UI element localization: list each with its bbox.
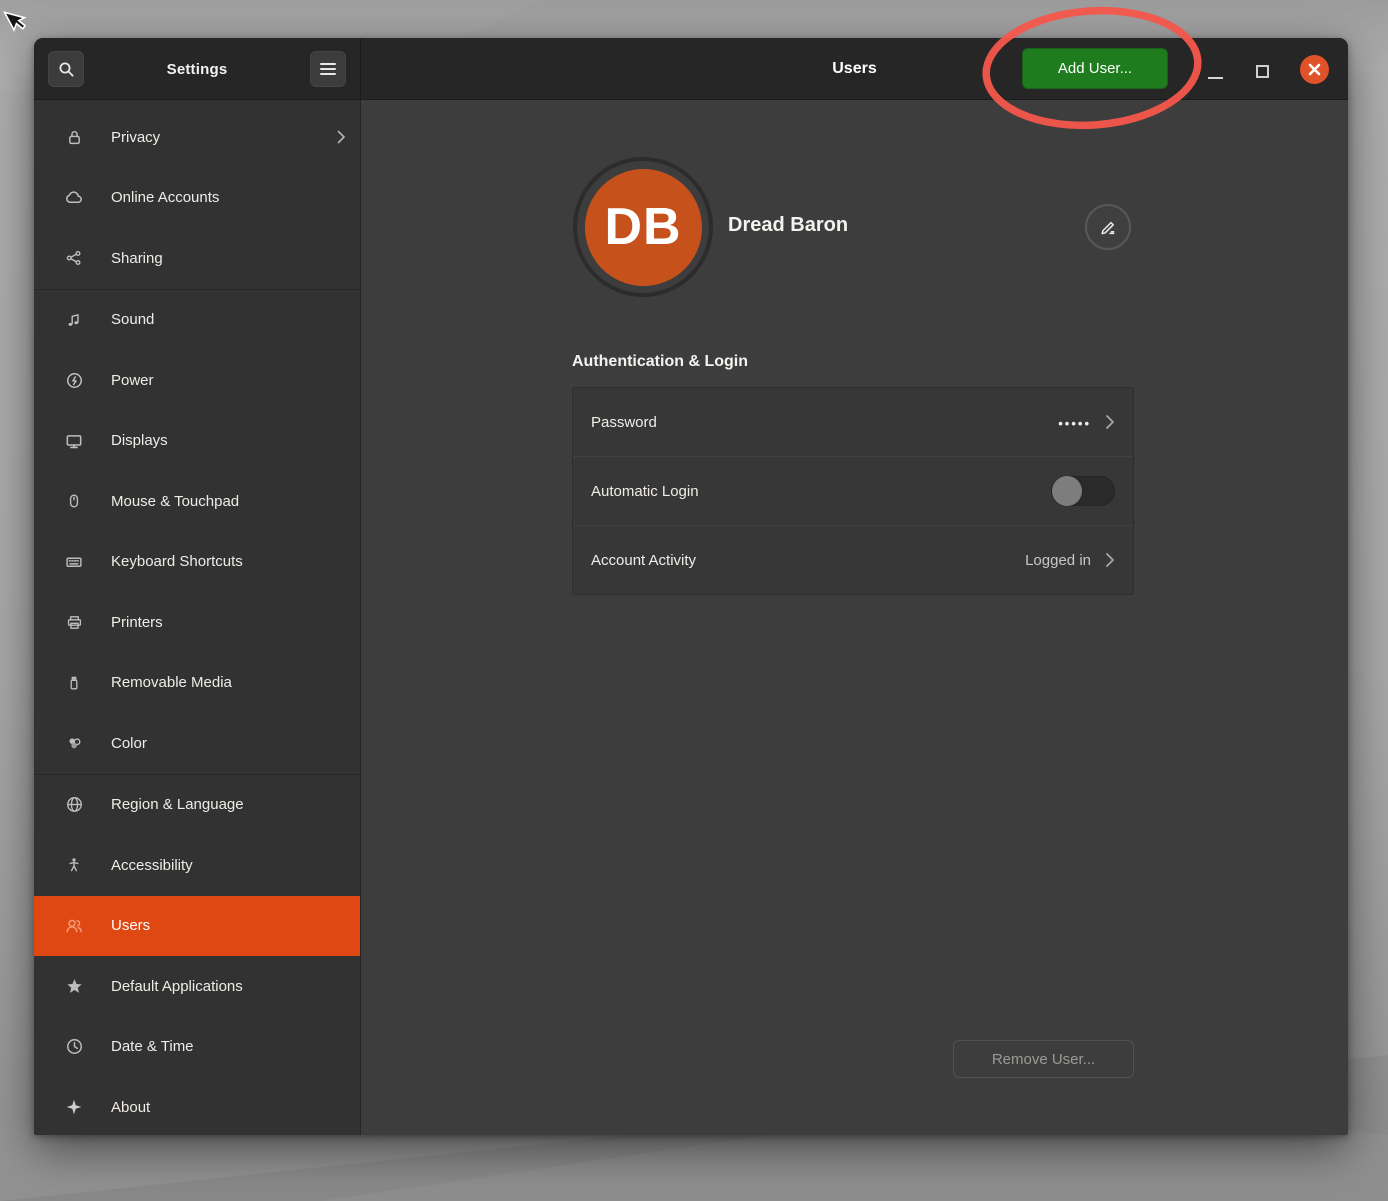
automatic-login-row: Automatic Login [573, 456, 1133, 525]
account-activity-value: Logged in [1025, 552, 1091, 569]
automatic-login-toggle[interactable] [1051, 476, 1115, 506]
password-label: Password [591, 414, 657, 431]
sidebar-item-label: Accessibility [111, 857, 193, 874]
sidebar-item-online-accounts[interactable]: Online Accounts [34, 168, 360, 229]
minimize-button[interactable] [1208, 77, 1223, 79]
sidebar-item-about[interactable]: About [34, 1077, 360, 1135]
sidebar-item-label: Removable Media [111, 674, 232, 691]
sidebar-item-label: Region & Language [111, 796, 244, 813]
auth-login-card: Password ••••• Automatic Login Account A… [572, 387, 1134, 595]
sidebar-item-label: Sharing [111, 250, 163, 267]
display-icon [64, 431, 84, 451]
automatic-login-label: Automatic Login [591, 483, 699, 500]
sidebar-item-default-applications[interactable]: Default Applications [34, 956, 360, 1017]
printer-icon [64, 612, 84, 632]
pencil-icon [1098, 217, 1118, 237]
settings-window: Settings Users Add User... Privacy [34, 38, 1348, 1135]
sidebar-item-color[interactable]: Color [34, 713, 360, 774]
share-icon [64, 248, 84, 268]
mouse-cursor [0, 4, 34, 44]
sidebar-item-label: About [111, 1099, 150, 1116]
clock-icon [64, 1037, 84, 1057]
music-note-icon [64, 310, 84, 330]
avatar-initials: DB [585, 169, 702, 286]
mouse-icon [64, 491, 84, 511]
close-icon [1307, 62, 1322, 77]
chevron-right-icon [337, 130, 346, 144]
toggle-knob [1052, 476, 1082, 506]
sidebar-item-sound[interactable]: Sound [34, 290, 360, 351]
sidebar-item-power[interactable]: Power [34, 350, 360, 411]
power-icon [64, 370, 84, 390]
chevron-right-icon [1105, 414, 1115, 430]
headerbar: Settings Users Add User... [34, 38, 1348, 100]
sidebar-item-region-language[interactable]: Region & Language [34, 775, 360, 836]
sidebar-item-displays[interactable]: Displays [34, 411, 360, 472]
add-user-button[interactable]: Add User... [1022, 48, 1168, 89]
sidebar-item-label: Power [111, 372, 154, 389]
remove-user-button[interactable]: Remove User... [953, 1040, 1134, 1078]
keyboard-icon [64, 552, 84, 572]
sidebar-item-accessibility[interactable]: Accessibility [34, 835, 360, 896]
sidebar-item-label: Displays [111, 432, 168, 449]
maximize-button[interactable] [1256, 65, 1269, 78]
sidebar: Privacy Online Accounts Sharing [34, 100, 361, 1135]
sidebar-item-removable-media[interactable]: Removable Media [34, 653, 360, 714]
sidebar-item-label: Date & Time [111, 1038, 194, 1055]
sidebar-item-sharing[interactable]: Sharing [34, 228, 360, 289]
sparkle-icon [64, 1097, 84, 1117]
accessibility-icon [64, 855, 84, 875]
password-row[interactable]: Password ••••• [573, 388, 1133, 456]
usb-drive-icon [64, 673, 84, 693]
cloud-icon [64, 188, 84, 208]
sidebar-item-label: Default Applications [111, 978, 243, 995]
sidebar-item-users[interactable]: Users [34, 896, 360, 957]
color-circles-icon [64, 733, 84, 753]
user-avatar: DB [573, 157, 713, 297]
primary-menu-button[interactable] [310, 51, 346, 87]
sidebar-item-printers[interactable]: Printers [34, 592, 360, 653]
sidebar-headerbar: Settings [34, 38, 361, 100]
auth-section-title: Authentication & Login [572, 353, 748, 371]
sidebar-item-mouse-touchpad[interactable]: Mouse & Touchpad [34, 471, 360, 532]
user-full-name: Dread Baron [728, 214, 848, 237]
sidebar-item-label: Keyboard Shortcuts [111, 553, 243, 570]
sidebar-item-privacy[interactable]: Privacy [34, 107, 360, 168]
account-activity-row[interactable]: Account Activity Logged in [573, 525, 1133, 594]
lock-icon [64, 127, 84, 147]
sidebar-item-keyboard-shortcuts[interactable]: Keyboard Shortcuts [34, 532, 360, 593]
sidebar-item-label: Mouse & Touchpad [111, 493, 239, 510]
sidebar-item-label: Printers [111, 614, 163, 631]
sidebar-item-label: Color [111, 735, 147, 752]
edit-user-button[interactable] [1085, 204, 1131, 250]
globe-icon [64, 795, 84, 815]
close-button[interactable] [1300, 55, 1329, 84]
password-dots: ••••• [1058, 416, 1091, 431]
hamburger-icon [320, 60, 336, 78]
star-icon [64, 976, 84, 996]
sidebar-item-label: Users [111, 917, 150, 934]
sidebar-item-date-time[interactable]: Date & Time [34, 1017, 360, 1078]
sidebar-item-label: Privacy [111, 129, 160, 146]
sidebar-item-label: Sound [111, 311, 154, 328]
account-activity-label: Account Activity [591, 552, 696, 569]
sidebar-item-label: Online Accounts [111, 189, 219, 206]
chevron-right-icon [1105, 552, 1115, 568]
users-icon [64, 916, 84, 936]
